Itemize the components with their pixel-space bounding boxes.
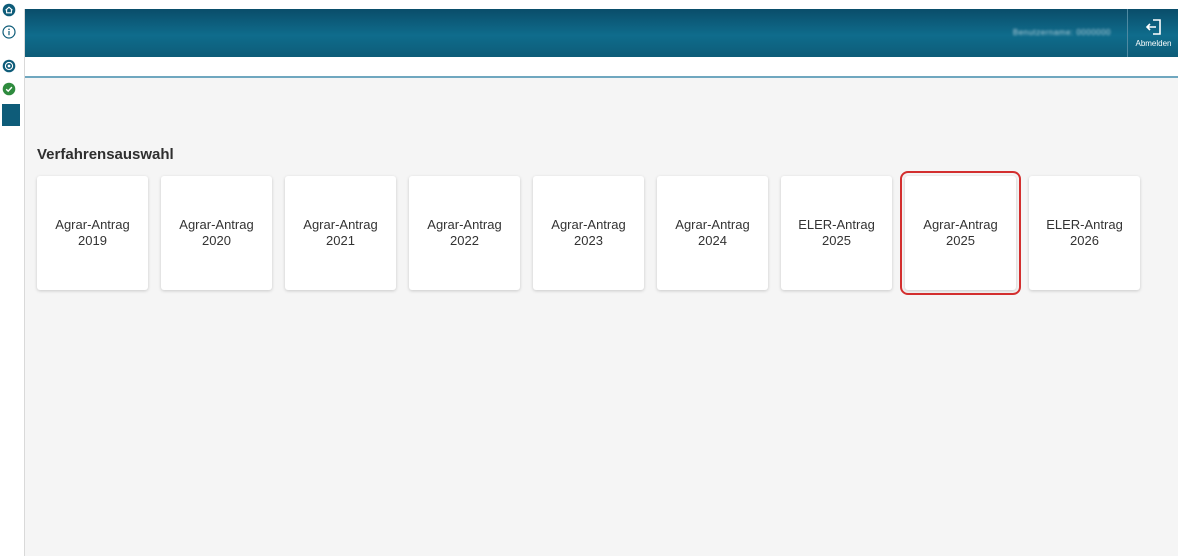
logout-label: Abmelden (1135, 38, 1172, 48)
tile-agrar-antrag-2019[interactable]: Agrar-Antrag 2019 (37, 176, 148, 290)
tile-label: Agrar-Antrag 2022 (427, 217, 502, 248)
tile-agrar-antrag-2024[interactable]: Agrar-Antrag 2024 (657, 176, 768, 290)
tile-label: Agrar-Antrag 2019 (55, 217, 130, 248)
tile-label: Agrar-Antrag 2021 (303, 217, 378, 248)
check-circle-icon[interactable] (2, 82, 16, 96)
tile-label: Agrar-Antrag 2025 (923, 217, 998, 248)
home-icon[interactable] (2, 3, 16, 17)
logout-button[interactable]: Abmelden (1127, 9, 1178, 57)
tile-agrar-antrag-2022[interactable]: Agrar-Antrag 2022 (409, 176, 520, 290)
tile-label: Agrar-Antrag 2020 (179, 217, 254, 248)
tile-agrar-antrag-2020[interactable]: Agrar-Antrag 2020 (161, 176, 272, 290)
sub-toolbar (25, 57, 1178, 78)
logout-icon (1145, 18, 1163, 39)
app-header: Benutzername: 0000000 Abmelden (25, 9, 1178, 57)
tile-agrar-antrag-2025[interactable]: Agrar-Antrag 2025 (900, 171, 1021, 295)
info-icon[interactable] (2, 25, 16, 39)
tile-eler-antrag-2025[interactable]: ELER-Antrag 2025 (781, 176, 892, 290)
tile-label: Agrar-Antrag 2023 (551, 217, 626, 248)
tile-eler-antrag-2026[interactable]: ELER-Antrag 2026 (1029, 176, 1140, 290)
tile-agrar-antrag-2021[interactable]: Agrar-Antrag 2021 (285, 176, 396, 290)
at-sign-icon[interactable] (2, 59, 16, 73)
menu-block[interactable] (2, 104, 20, 126)
tile-label: Agrar-Antrag 2024 (675, 217, 750, 248)
tile-agrar-antrag-2023[interactable]: Agrar-Antrag 2023 (533, 176, 644, 290)
user-display: Benutzername: 0000000 (1012, 28, 1111, 37)
left-rail (0, 0, 22, 556)
page-title: Verfahrensauswahl (37, 146, 174, 163)
tile-label: ELER-Antrag 2026 (1046, 217, 1123, 248)
tile-label: ELER-Antrag 2025 (798, 217, 875, 248)
app-frame: Benutzername: 0000000 Abmelden Verfahren… (24, 9, 1178, 556)
